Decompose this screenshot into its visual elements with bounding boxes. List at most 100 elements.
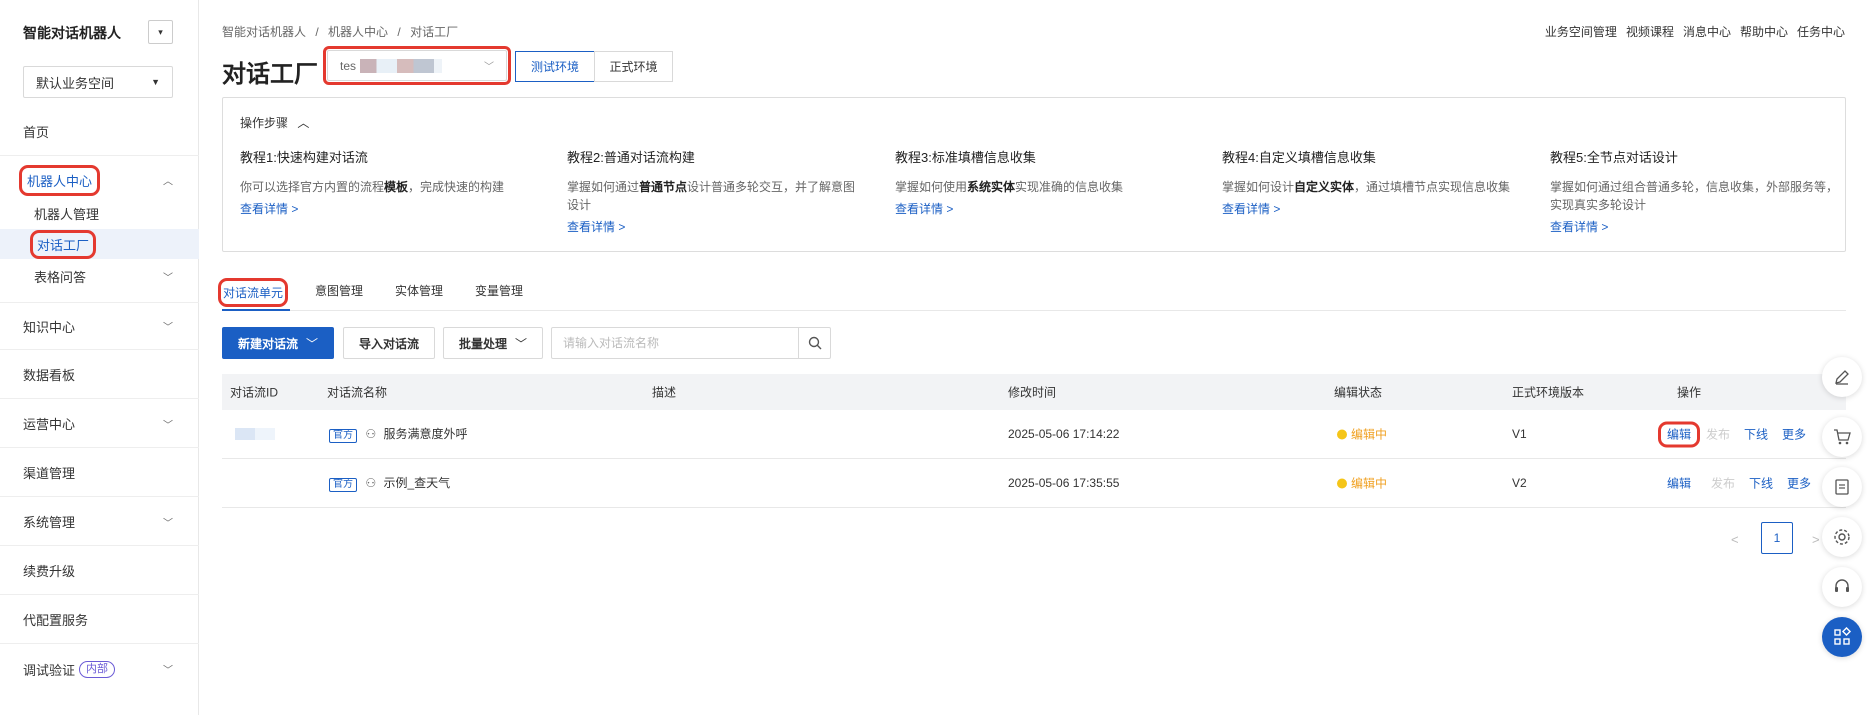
sidebar-item-bot-center[interactable]: 机器人中心 ︿ (0, 156, 199, 204)
topnav-help[interactable]: 帮助中心 (1740, 23, 1788, 40)
publish-link: 发布 (1711, 476, 1736, 491)
flow-time: 2025-05-06 17:35:55 (1008, 476, 1120, 490)
redacted-value (360, 58, 443, 73)
chevron-down-icon: ﹀ (515, 336, 528, 351)
more-link[interactable]: 更多 (1787, 477, 1811, 491)
app-title: 智能对话机器人 (23, 25, 121, 41)
tab-intent[interactable]: 意图管理 (315, 282, 363, 299)
env-prod-button[interactable]: 正式环境 (594, 51, 673, 82)
sidebar-item-table-qa[interactable]: 表格问答 ﹀ (0, 261, 199, 291)
chevron-down-icon: ﹀ (163, 272, 173, 284)
topnav-messages[interactable]: 消息中心 (1683, 23, 1731, 40)
step-link[interactable]: 查看详情 > (895, 200, 1185, 217)
flow-id-redacted (235, 428, 275, 440)
topnav-video-course[interactable]: 视频课程 (1626, 23, 1674, 40)
official-badge: 官方 (329, 429, 357, 443)
sidebar-item-dialog-factory[interactable]: 对话工厂 (0, 229, 199, 259)
search-input[interactable] (552, 328, 797, 358)
step-link[interactable]: 查看详情 > (1222, 200, 1512, 217)
settings-tool-button[interactable] (1822, 517, 1862, 557)
env-test-button[interactable]: 测试环境 (515, 51, 595, 82)
breadcrumb: 智能对话机器人 / 机器人中心 / 对话工厂 (222, 23, 464, 40)
step-title: 教程1:快速构建对话流 (240, 150, 368, 165)
sidebar-item-label: 机器人中心 (18, 164, 101, 196)
edit-link[interactable]: 编辑 (1667, 477, 1691, 491)
sidebar-item-debug[interactable]: 调试验证 内部 ﹀ (0, 645, 199, 693)
caret-down-icon: ▾ (158, 26, 163, 37)
step-title: 教程4:自定义填槽信息收集 (1222, 150, 1376, 165)
status-dot (1337, 478, 1347, 489)
page-number[interactable]: 1 (1761, 522, 1793, 554)
flow-icon: ⚇ (365, 476, 377, 490)
chevron-up-icon: ︿ (163, 176, 173, 188)
import-flow-button[interactable]: 导入对话流 (343, 327, 435, 359)
bot-select[interactable]: tes ﹀ (323, 46, 511, 85)
table-row: 官方 ⚇ 服务满意度外呼 2025-05-06 17:14:22 编辑中 V1 … (222, 410, 1846, 459)
sidebar-item-knowledge[interactable]: 知识中心 ﹀ (0, 302, 199, 350)
chevron-down-icon: ﹀ (163, 518, 173, 529)
step-desc: 你可以选择官方内置的流程模板，完成快速的构建 (240, 180, 505, 194)
step-link[interactable]: 查看详情 > (567, 218, 857, 235)
sidebar-item-renew[interactable]: 续费升级 (0, 547, 199, 595)
offline-link[interactable]: 下线 (1749, 477, 1773, 491)
step-desc: 掌握如何使用系统实体实现准确的信息收集 (895, 180, 1124, 194)
pencil-icon (1835, 370, 1849, 385)
workspace-select[interactable]: 默认业务空间 ▼ (23, 66, 173, 98)
flow-name-cell[interactable]: 官方 ⚇ 示例_查天气 (329, 474, 450, 492)
collapse-button[interactable]: ▾ (148, 20, 173, 44)
sidebar-item-system[interactable]: 系统管理 ﹀ (0, 498, 199, 546)
tab-underline (222, 309, 290, 311)
tab-entity[interactable]: 实体管理 (395, 282, 443, 299)
search-button[interactable] (798, 328, 830, 358)
support-tool-button[interactable] (1822, 567, 1862, 607)
status-badge: 编辑中 (1337, 475, 1387, 492)
new-flow-button[interactable]: 新建对话流 ﹀ (222, 327, 334, 359)
apps-tool-button[interactable] (1822, 617, 1862, 657)
status-dot (1337, 429, 1347, 440)
tab-variable[interactable]: 变量管理 (475, 282, 523, 299)
breadcrumb-separator: / (397, 25, 401, 39)
flow-icon: ⚇ (365, 427, 377, 441)
row-actions: 编辑 发布 下线 更多 (1667, 475, 1811, 492)
column-header: 正式环境版本 (1512, 385, 1585, 400)
flow-name: 示例_查天气 (383, 476, 451, 490)
sidebar-item-channels[interactable]: 渠道管理 (0, 449, 199, 497)
edit-link[interactable]: 编辑 (1657, 421, 1701, 448)
breadcrumb-item: 对话工厂 (410, 25, 459, 39)
cart-icon (1834, 429, 1851, 445)
sidebar-item-home[interactable]: 首页 (0, 108, 199, 156)
offline-link[interactable]: 下线 (1744, 428, 1768, 442)
topnav-tasks[interactable]: 任务中心 (1797, 23, 1845, 40)
gear-icon (1834, 529, 1850, 545)
step-title: 教程3:标准填槽信息收集 (895, 150, 1036, 165)
steps-toggle[interactable]: 操作步骤 ︿ (240, 114, 309, 131)
column-header: 操作 (1677, 385, 1702, 400)
batch-button[interactable]: 批量处理 ﹀ (443, 327, 543, 359)
doc-tool-button[interactable] (1822, 467, 1862, 507)
column-header: 描述 (652, 385, 677, 400)
sidebar-item-operations[interactable]: 运营中心 ﹀ (0, 400, 199, 448)
step-link[interactable]: 查看详情 > (240, 200, 540, 217)
status-badge: 编辑中 (1337, 426, 1387, 443)
more-link[interactable]: 更多 (1782, 428, 1806, 442)
sidebar-item-bot-manage[interactable]: 机器人管理 (0, 198, 199, 228)
chevron-up-icon: ︿ (297, 116, 310, 130)
prev-page-button[interactable]: < (1731, 532, 1739, 547)
topnav-space-manage[interactable]: 业务空间管理 (1545, 23, 1617, 40)
chevron-down-icon: ﹀ (163, 322, 173, 334)
breadcrumb-item[interactable]: 机器人中心 (328, 25, 388, 39)
sidebar-item-config-service[interactable]: 代配置服务 (0, 596, 199, 644)
flow-name: 服务满意度外呼 (383, 427, 468, 441)
cart-tool-button[interactable] (1822, 417, 1862, 457)
step-link[interactable]: 查看详情 > (1550, 218, 1840, 235)
tab-dialog-flow[interactable]: 对话流单元 (217, 278, 289, 307)
flow-name-cell[interactable]: 官方 ⚇ 服务满意度外呼 (329, 425, 467, 443)
breadcrumb-item[interactable]: 智能对话机器人 (222, 25, 306, 39)
step-desc: 掌握如何通过普通节点设计普通多轮交互，并了解意图设计 (567, 180, 856, 212)
flow-table: 对话流ID 对话流名称 描述 修改时间 编辑状态 正式环境版本 操作 官方 ⚇ … (222, 374, 1846, 508)
apps-icon (1834, 627, 1852, 645)
next-page-button[interactable]: > (1812, 532, 1820, 547)
sidebar-item-dashboard[interactable]: 数据看板 (0, 351, 199, 399)
step-title: 教程5:全节点对话设计 (1550, 150, 1678, 165)
edit-tool-button[interactable] (1822, 357, 1862, 397)
